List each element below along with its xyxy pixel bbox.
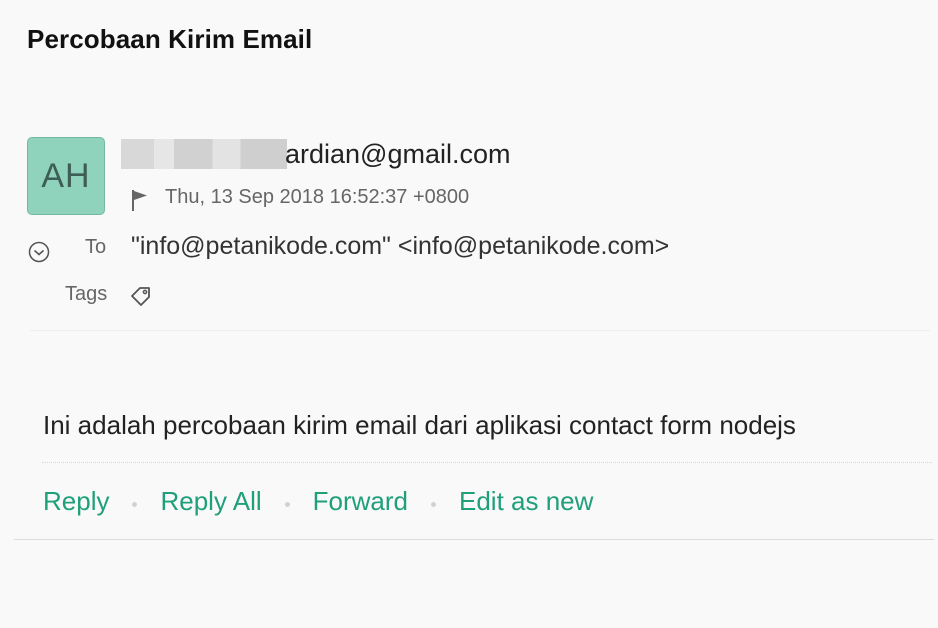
forward-button[interactable]: Forward	[313, 486, 408, 517]
reply-button[interactable]: Reply	[43, 486, 109, 517]
email-subject: Percobaan Kirim Email	[27, 24, 313, 54]
redacted-sender-name	[121, 139, 287, 169]
message-date: Thu, 13 Sep 2018 16:52:37 +0800	[165, 186, 470, 208]
tag-icon[interactable]	[129, 284, 153, 308]
sender-address[interactable]: ardian@gmail.com	[121, 135, 511, 173]
chevron-down-circle-icon[interactable]	[28, 241, 50, 263]
edit-as-new-button[interactable]: Edit as new	[459, 486, 593, 517]
separator-dot	[284, 502, 290, 507]
to-label: To	[85, 236, 107, 258]
message-actions: Reply Reply All Forward Edit as new	[43, 486, 593, 517]
separator-dot	[431, 502, 436, 507]
body-divider	[42, 462, 932, 463]
separator-dot	[132, 502, 138, 507]
reply-all-button[interactable]: Reply All	[160, 486, 261, 517]
tags-label: Tags	[65, 283, 108, 305]
flag-icon[interactable]	[131, 188, 149, 212]
footer-divider	[14, 539, 934, 540]
avatar-initials: AH	[41, 156, 91, 195]
header-divider	[30, 330, 930, 331]
sender-avatar: AH	[27, 137, 105, 215]
message-body: Ini adalah percobaan kirim email dari ap…	[43, 410, 796, 440]
sender-address-text: ardian@gmail.com	[285, 138, 511, 169]
to-recipient[interactable]: "info@petanikode.com" <info@petanikode.c…	[131, 232, 669, 261]
